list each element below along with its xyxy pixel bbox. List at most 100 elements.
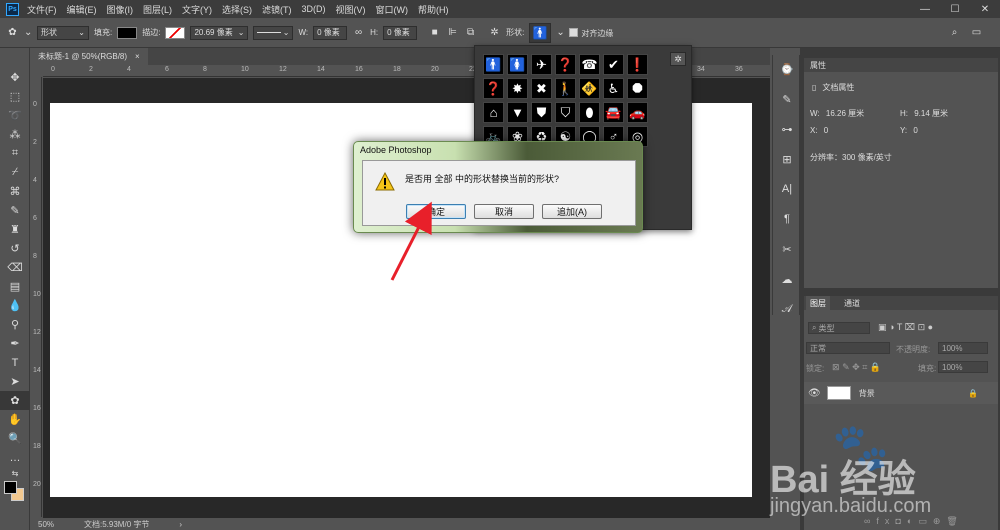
maximize-button[interactable]: ☐ xyxy=(940,0,970,18)
shape-swatch[interactable]: ✖ xyxy=(531,78,552,99)
opacity-input[interactable]: 100% xyxy=(938,342,988,354)
adjustment-layer-icon[interactable]: ◐ xyxy=(907,516,918,526)
blur-tool-icon[interactable]: 💧 xyxy=(0,296,30,315)
shape-swatch[interactable]: ⛊ xyxy=(531,102,552,123)
styles-panel-icon[interactable]: ⊞ xyxy=(773,149,801,169)
dodge-tool-icon[interactable]: ⚲ xyxy=(0,315,30,334)
menu-3d[interactable]: 3D(D) xyxy=(302,4,326,14)
history-brush-tool-icon[interactable]: ↺ xyxy=(0,239,30,258)
hand-tool-icon[interactable]: ✋ xyxy=(0,410,30,429)
custom-shape-tool-preset-icon[interactable]: ✿ xyxy=(6,27,19,38)
libraries-panel-icon[interactable]: ☁ xyxy=(773,269,801,289)
lock-all-icon[interactable]: 🔒 xyxy=(870,362,881,372)
link-icon[interactable]: ∞ xyxy=(352,27,365,38)
shape-swatch[interactable]: ❓ xyxy=(483,78,504,99)
gradient-tool-icon[interactable]: ▤ xyxy=(0,277,30,296)
append-button[interactable]: 追加(A) xyxy=(542,204,602,219)
layer-filter-select[interactable]: ⌕ 类型 xyxy=(808,322,870,334)
eraser-tool-icon[interactable]: ⌫ xyxy=(0,258,30,277)
document-tab[interactable]: 未标题-1 @ 50%(RGB/8) × xyxy=(30,48,148,65)
shape-picker-button[interactable]: 🚹 xyxy=(529,22,552,43)
close-tab-icon[interactable]: × xyxy=(135,52,140,61)
trash-icon[interactable]: 🗑 xyxy=(946,516,963,526)
shape-swatch[interactable]: 🚺 xyxy=(507,54,528,75)
shape-swatch[interactable]: 🚘 xyxy=(603,102,624,123)
shape-swatch[interactable]: ❗ xyxy=(627,54,648,75)
shape-filter-icon[interactable]: ⌧ xyxy=(905,322,915,332)
path-operations-icon[interactable]: ■ xyxy=(428,27,441,38)
shape-swatch[interactable]: 🚶 xyxy=(555,78,576,99)
stroke-width-input[interactable]: 20.69 像素 ⌄ xyxy=(190,25,249,40)
glyphs-panel-icon[interactable]: 𝒜 xyxy=(773,299,801,319)
lock-position-icon[interactable]: ✥ xyxy=(852,362,860,372)
path-arrangement-icon[interactable]: ⧉ xyxy=(464,27,477,38)
menu-window[interactable]: 窗口(W) xyxy=(376,3,409,16)
shape-swatch[interactable]: 🚸 xyxy=(579,78,600,99)
more-tools-icon[interactable]: … xyxy=(0,448,30,467)
close-window-button[interactable]: ✕ xyxy=(970,0,1000,18)
ok-button[interactable]: 确定 xyxy=(406,204,466,219)
menu-view[interactable]: 视图(V) xyxy=(336,3,366,16)
align-edges-toggle[interactable]: 对齐边缘 xyxy=(569,27,613,39)
paragraph-panel-icon[interactable]: ¶ xyxy=(773,209,801,229)
lock-pixels-icon[interactable]: ✎ xyxy=(842,362,850,372)
zoom-tool-icon[interactable]: 🔍 xyxy=(0,429,30,448)
move-tool-icon[interactable]: ✥ xyxy=(0,68,30,87)
shape-swatch[interactable]: 🚹 xyxy=(483,54,504,75)
shape-swatch[interactable]: ⛉ xyxy=(555,102,576,123)
width-input[interactable]: 0 像素 xyxy=(313,25,348,40)
vertical-ruler[interactable]: 0 2 4 6 8 10 12 14 16 18 20 xyxy=(30,77,42,517)
link-layers-icon[interactable]: ∞ xyxy=(864,516,876,526)
shape-swatch[interactable]: ☎ xyxy=(579,54,600,75)
brush-tool-icon[interactable]: ✎ xyxy=(0,201,30,220)
menu-type[interactable]: 文字(Y) xyxy=(182,3,212,16)
shape-swatch[interactable]: ♿ xyxy=(603,78,624,99)
stroke-type-select[interactable]: ⌄ xyxy=(253,25,294,40)
search-icon[interactable]: ⌕ xyxy=(948,27,961,38)
type-filter-icon[interactable]: T xyxy=(897,322,902,332)
stroke-color-swatch[interactable] xyxy=(165,26,186,39)
pen-tool-icon[interactable]: ✒ xyxy=(0,334,30,353)
shape-swatch[interactable]: 🚗 xyxy=(627,102,648,123)
lock-transparent-icon[interactable]: ⊠ xyxy=(832,362,840,372)
tool-mode-select[interactable]: 形状 ⌄ xyxy=(37,25,89,40)
gear-icon[interactable]: ✲ xyxy=(670,52,686,66)
properties-tab[interactable]: 属性 xyxy=(810,60,826,71)
gear-icon[interactable]: ✲ xyxy=(488,27,501,38)
path-selection-tool-icon[interactable]: ➤ xyxy=(0,372,30,391)
shape-swatch[interactable]: ▼ xyxy=(507,102,528,123)
marquee-tool-icon[interactable]: ⬚ xyxy=(0,87,30,106)
blend-mode-select[interactable]: 正常 xyxy=(806,342,890,354)
magic-wand-tool-icon[interactable]: ⁂ xyxy=(0,125,30,144)
menu-help[interactable]: 帮助(H) xyxy=(418,3,449,16)
chevron-down-icon[interactable]: ⌄ xyxy=(24,27,32,38)
chevron-right-icon[interactable]: › xyxy=(179,520,182,529)
crop-tool-icon[interactable]: ⌗ xyxy=(0,144,30,163)
shape-swatch[interactable]: ⌂ xyxy=(483,102,504,123)
layer-fill-input[interactable]: 100% xyxy=(938,361,988,373)
brush-panel-icon[interactable]: ✎ xyxy=(773,89,801,109)
character-panel-icon[interactable]: A| xyxy=(773,179,801,199)
tab-layers[interactable]: 图层 xyxy=(806,296,830,310)
custom-shape-tool-icon[interactable]: ✿ xyxy=(0,391,30,410)
clone-stamp-tool-icon[interactable]: ♜ xyxy=(0,220,30,239)
layer-row-background[interactable]: 👁 背景 🔒 xyxy=(804,382,998,404)
minimize-button[interactable]: — xyxy=(910,0,940,18)
chevron-down-icon[interactable]: ⌄ xyxy=(556,27,564,38)
workspace-icon[interactable]: ▭ xyxy=(970,27,983,38)
healing-brush-tool-icon[interactable]: ⌘ xyxy=(0,182,30,201)
adjustments-panel-icon[interactable]: ⊶ xyxy=(773,119,801,139)
menu-image[interactable]: 图像(I) xyxy=(107,3,134,16)
eye-icon[interactable]: 👁 xyxy=(808,388,821,399)
path-alignment-icon[interactable]: ⊫ xyxy=(446,27,459,38)
color-swatches[interactable] xyxy=(0,479,30,505)
fx-icon[interactable]: fx xyxy=(876,516,895,526)
history-panel-icon[interactable]: ⌚ xyxy=(773,59,801,79)
shape-swatch[interactable]: ✈ xyxy=(531,54,552,75)
menu-file[interactable]: 文件(F) xyxy=(27,3,57,16)
layer-name[interactable]: 背景 xyxy=(859,388,875,399)
shape-swatch[interactable]: ✸ xyxy=(507,78,528,99)
lock-artboard-icon[interactable]: ⌗ xyxy=(862,362,867,372)
shape-swatch[interactable]: ⯃ xyxy=(627,78,648,99)
filter-toggle-icon[interactable]: ● xyxy=(928,322,933,332)
